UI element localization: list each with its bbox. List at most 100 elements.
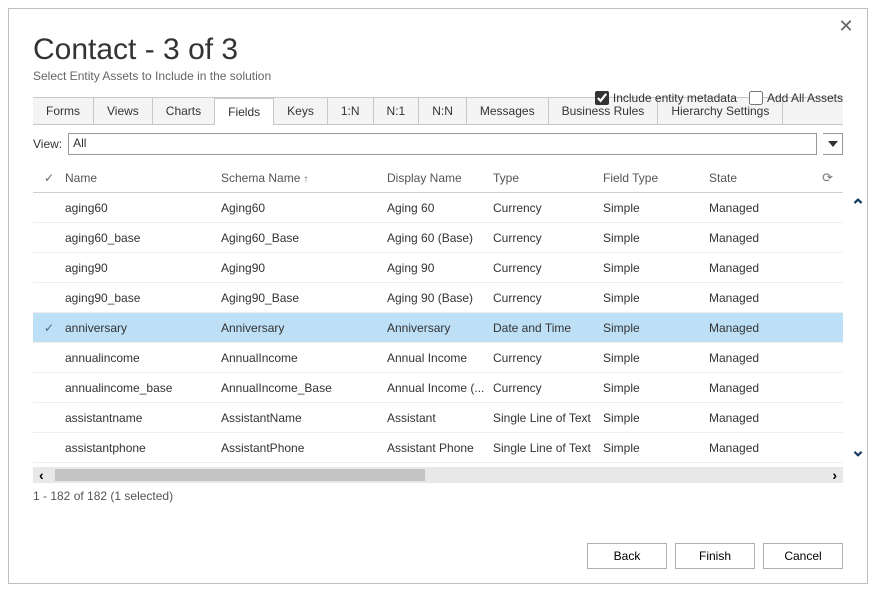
cell-schema: Aging90_Base	[221, 291, 387, 305]
close-icon[interactable]: ✕	[837, 17, 855, 35]
page-title: Contact - 3 of 3	[33, 33, 843, 67]
add-all-checkbox[interactable]: Add All Assets	[749, 91, 843, 105]
check-icon	[44, 201, 54, 215]
scroll-up-icon[interactable]: ⌃	[850, 199, 865, 213]
col-header-state[interactable]: State	[709, 171, 809, 185]
row-check[interactable]	[33, 291, 65, 305]
cell-type: Currency	[493, 231, 603, 245]
cell-schema: AnnualIncome_Base	[221, 381, 387, 395]
horizontal-scrollbar[interactable]: ‹ ›	[33, 467, 843, 483]
cell-schema: AssistantName	[221, 411, 387, 425]
table-row[interactable]: annualincomeAnnualIncomeAnnual IncomeCur…	[33, 343, 843, 373]
add-all-input[interactable]	[749, 91, 763, 105]
cancel-button[interactable]: Cancel	[763, 543, 843, 569]
col-header-schema[interactable]: Schema Name↑	[221, 171, 387, 185]
cell-type: Single Line of Text	[493, 441, 603, 455]
cell-type: Currency	[493, 201, 603, 215]
include-metadata-label: Include entity metadata	[613, 91, 737, 105]
header-check-all[interactable]	[33, 171, 65, 185]
table-row[interactable]: annualincome_baseAnnualIncome_BaseAnnual…	[33, 373, 843, 403]
check-icon	[44, 231, 54, 245]
row-check[interactable]	[33, 261, 65, 275]
table-row[interactable]: anniversaryAnniversaryAnniversaryDate an…	[33, 313, 843, 343]
row-check[interactable]	[33, 441, 65, 455]
view-dropdown-button[interactable]	[823, 133, 843, 155]
cell-schema: Aging60_Base	[221, 231, 387, 245]
cell-state: Managed	[709, 441, 809, 455]
hscroll-thumb[interactable]	[55, 469, 425, 481]
tab-1-n[interactable]: 1:N	[328, 98, 374, 124]
add-all-label: Add All Assets	[767, 91, 843, 105]
include-metadata-input[interactable]	[595, 91, 609, 105]
cell-schema: AssistantPhone	[221, 441, 387, 455]
row-check[interactable]	[33, 231, 65, 245]
view-select[interactable]: All	[68, 133, 817, 155]
refresh-icon[interactable]: ⟳	[822, 170, 833, 186]
cell-fieldtype: Simple	[603, 381, 709, 395]
cell-display: Assistant Phone	[387, 441, 493, 455]
cell-type: Currency	[493, 381, 603, 395]
cell-name: aging60_base	[65, 231, 221, 245]
cell-state: Managed	[709, 231, 809, 245]
cell-schema: Aging60	[221, 201, 387, 215]
table-row[interactable]: aging60_baseAging60_BaseAging 60 (Base)C…	[33, 223, 843, 253]
include-metadata-checkbox[interactable]: Include entity metadata	[595, 91, 737, 105]
table-row[interactable]: aging90_baseAging90_BaseAging 90 (Base)C…	[33, 283, 843, 313]
cell-schema: AnnualIncome	[221, 351, 387, 365]
cell-fieldtype: Simple	[603, 201, 709, 215]
cell-name: annualincome	[65, 351, 221, 365]
col-header-type[interactable]: Type	[493, 171, 603, 185]
row-check[interactable]	[33, 351, 65, 365]
check-icon	[44, 321, 54, 335]
dialog-contact-assets: ✕ Contact - 3 of 3 Select Entity Assets …	[8, 8, 868, 584]
cell-name: assistantphone	[65, 441, 221, 455]
back-button[interactable]: Back	[587, 543, 667, 569]
sort-asc-icon: ↑	[303, 174, 308, 185]
tab-n-1[interactable]: N:1	[374, 98, 420, 124]
scroll-right-icon[interactable]: ›	[832, 468, 837, 482]
cell-fieldtype: Simple	[603, 261, 709, 275]
cell-fieldtype: Simple	[603, 411, 709, 425]
col-header-display[interactable]: Display Name	[387, 171, 493, 185]
table-row[interactable]: assistantphoneAssistantPhoneAssistant Ph…	[33, 433, 843, 463]
options-bar: Include entity metadata Add All Assets	[595, 91, 843, 105]
tab-keys[interactable]: Keys	[274, 98, 328, 124]
table-row[interactable]: aging90Aging90Aging 90CurrencySimpleMana…	[33, 253, 843, 283]
cell-state: Managed	[709, 261, 809, 275]
tab-fields[interactable]: Fields	[215, 98, 274, 126]
tab-charts[interactable]: Charts	[153, 98, 215, 124]
page-subtitle: Select Entity Assets to Include in the s…	[33, 69, 843, 83]
status-text: 1 - 182 of 182 (1 selected)	[33, 489, 843, 503]
scroll-left-icon[interactable]: ‹	[39, 468, 44, 482]
cell-name: anniversary	[65, 321, 221, 335]
fields-grid: Name Schema Name↑ Display Name Type Fiel…	[33, 163, 843, 463]
table-row[interactable]: assistantnameAssistantNameAssistantSingl…	[33, 403, 843, 433]
tab-views[interactable]: Views	[94, 98, 153, 124]
cell-display: Aging 60 (Base)	[387, 231, 493, 245]
row-check[interactable]	[33, 201, 65, 215]
vertical-scrollbar[interactable]: ⌃ ⌄	[849, 193, 867, 463]
cell-fieldtype: Simple	[603, 291, 709, 305]
col-header-fieldtype[interactable]: Field Type	[603, 171, 709, 185]
scroll-down-icon[interactable]: ⌄	[850, 443, 865, 457]
check-icon	[44, 171, 54, 185]
cell-fieldtype: Simple	[603, 441, 709, 455]
cell-type: Currency	[493, 351, 603, 365]
finish-button[interactable]: Finish	[675, 543, 755, 569]
check-icon	[44, 381, 54, 395]
cell-fieldtype: Simple	[603, 231, 709, 245]
cell-schema: Anniversary	[221, 321, 387, 335]
row-check[interactable]	[33, 411, 65, 425]
col-header-name[interactable]: Name	[65, 171, 221, 185]
cell-state: Managed	[709, 351, 809, 365]
tab-messages[interactable]: Messages	[467, 98, 549, 124]
grid-header: Name Schema Name↑ Display Name Type Fiel…	[33, 163, 843, 193]
tab-forms[interactable]: Forms	[33, 98, 94, 124]
tab-n-n[interactable]: N:N	[419, 98, 467, 124]
cell-name: aging90_base	[65, 291, 221, 305]
table-row[interactable]: aging60Aging60Aging 60CurrencySimpleMana…	[33, 193, 843, 223]
row-check[interactable]	[33, 321, 65, 335]
cell-schema: Aging90	[221, 261, 387, 275]
row-check[interactable]	[33, 381, 65, 395]
cell-display: Anniversary	[387, 321, 493, 335]
